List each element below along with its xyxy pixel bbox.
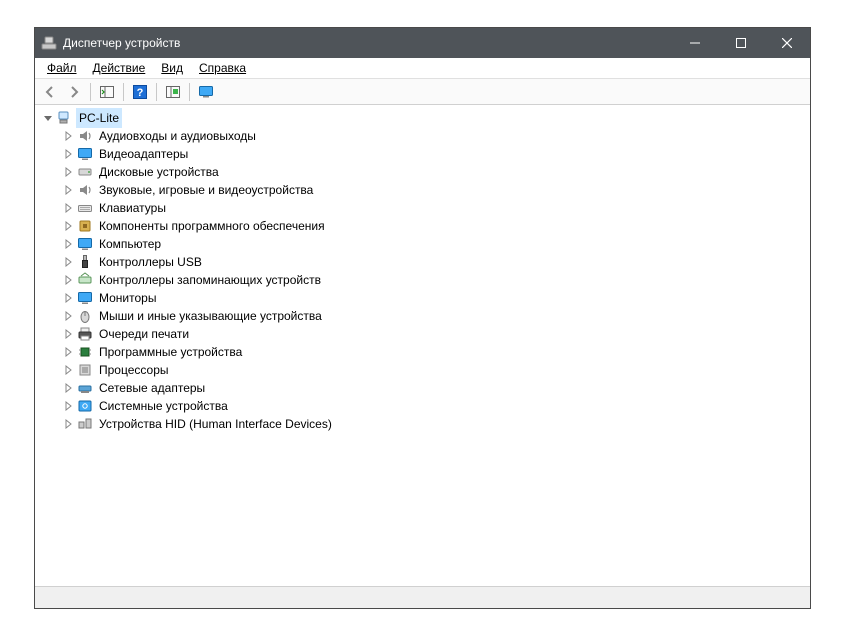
tree-item[interactable]: Компьютер	[41, 235, 810, 253]
statusbar	[35, 586, 810, 608]
storage-icon	[77, 272, 93, 288]
app-icon	[41, 35, 57, 51]
menu-help[interactable]: Справка	[191, 59, 254, 77]
tree-item[interactable]: Сетевые адаптеры	[41, 379, 810, 397]
tree-item-label[interactable]: Очереди печати	[96, 324, 192, 344]
display-icon	[77, 146, 93, 162]
tree-item[interactable]: Мониторы	[41, 289, 810, 307]
tree-item[interactable]: Компоненты программного обеспечения	[41, 217, 810, 235]
expand-icon[interactable]	[61, 237, 75, 251]
expand-icon[interactable]	[61, 309, 75, 323]
tree-item-label[interactable]: Устройства HID (Human Interface Devices)	[96, 414, 335, 434]
tree-root-label[interactable]: PC-Lite	[76, 108, 122, 128]
menubar: Файл Действие Вид Справка	[35, 58, 810, 79]
tree-item-label[interactable]: Видеоадаптеры	[96, 144, 191, 164]
help-button[interactable]: ?	[129, 81, 151, 103]
tree-item[interactable]: Мыши и иные указывающие устройства	[41, 307, 810, 325]
cpu-icon	[77, 362, 93, 378]
expand-icon[interactable]	[61, 165, 75, 179]
toolbar-separator	[90, 83, 91, 101]
expand-icon[interactable]	[61, 381, 75, 395]
chip-icon	[77, 344, 93, 360]
maximize-button[interactable]	[718, 28, 764, 58]
expand-icon[interactable]	[61, 201, 75, 215]
usb-icon	[77, 254, 93, 270]
view-monitor-button[interactable]	[195, 81, 217, 103]
toolbar-separator	[189, 83, 190, 101]
tree-item-label[interactable]: Аудиовходы и аудиовыходы	[96, 126, 259, 146]
computer-icon	[57, 110, 73, 126]
expand-icon[interactable]	[61, 219, 75, 233]
expand-icon[interactable]	[61, 417, 75, 431]
printer-icon	[77, 326, 93, 342]
monitor-icon	[77, 290, 93, 306]
toolbar-separator	[156, 83, 157, 101]
tree-item[interactable]: Очереди печати	[41, 325, 810, 343]
tree-item[interactable]: Дисковые устройства	[41, 163, 810, 181]
tree-item[interactable]: Контроллеры USB	[41, 253, 810, 271]
hid-icon	[77, 416, 93, 432]
expand-icon[interactable]	[61, 291, 75, 305]
expand-icon[interactable]	[61, 399, 75, 413]
audio-icon	[77, 182, 93, 198]
tree-item-label[interactable]: Контроллеры USB	[96, 252, 205, 272]
network-icon	[77, 380, 93, 396]
toolbar: ?	[35, 79, 810, 105]
tree-item[interactable]: Видеоадаптеры	[41, 145, 810, 163]
computer-icon	[77, 236, 93, 252]
keyboard-icon	[77, 200, 93, 216]
tree-item-label[interactable]: Компоненты программного обеспечения	[96, 216, 328, 236]
tree-item-label[interactable]: Клавиатуры	[96, 198, 169, 218]
tree-item-label[interactable]: Сетевые адаптеры	[96, 378, 208, 398]
menu-view[interactable]: Вид	[153, 59, 191, 77]
toolbar-separator	[123, 83, 124, 101]
minimize-button[interactable]	[672, 28, 718, 58]
expand-icon[interactable]	[61, 129, 75, 143]
tree-item-label[interactable]: Мониторы	[96, 288, 159, 308]
mouse-icon	[77, 308, 93, 324]
expand-icon[interactable]	[61, 363, 75, 377]
titlebar-controls	[672, 28, 810, 58]
scan-hardware-button[interactable]	[162, 81, 184, 103]
expand-icon[interactable]	[61, 345, 75, 359]
tree-item[interactable]: Системные устройства	[41, 397, 810, 415]
tree-item[interactable]: Контроллеры запоминающих устройств	[41, 271, 810, 289]
expand-icon[interactable]	[61, 183, 75, 197]
device-tree[interactable]: PC-Lite Аудиовходы и аудиовыходыВидеоада…	[35, 105, 810, 586]
show-hide-tree-button[interactable]	[96, 81, 118, 103]
back-button[interactable]	[39, 81, 61, 103]
tree-item-label[interactable]: Мыши и иные указывающие устройства	[96, 306, 325, 326]
tree-item-label[interactable]: Программные устройства	[96, 342, 245, 362]
svg-text:?: ?	[137, 87, 144, 99]
expand-icon[interactable]	[41, 111, 55, 125]
tree-root[interactable]: PC-Lite	[41, 109, 810, 127]
close-button[interactable]	[764, 28, 810, 58]
expand-icon[interactable]	[61, 255, 75, 269]
forward-button[interactable]	[63, 81, 85, 103]
audio-icon	[77, 128, 93, 144]
tree-item[interactable]: Процессоры	[41, 361, 810, 379]
tree-item-label[interactable]: Звуковые, игровые и видеоустройства	[96, 180, 316, 200]
titlebar[interactable]: Диспетчер устройств	[35, 28, 810, 58]
disk-icon	[77, 164, 93, 180]
tree-item[interactable]: Аудиовходы и аудиовыходы	[41, 127, 810, 145]
tree-item-label[interactable]: Процессоры	[96, 360, 172, 380]
menu-file[interactable]: Файл	[39, 59, 85, 77]
tree-item-label[interactable]: Системные устройства	[96, 396, 231, 416]
tree-item-label[interactable]: Компьютер	[96, 234, 164, 254]
software-icon	[77, 218, 93, 234]
window-title: Диспетчер устройств	[63, 36, 180, 50]
window: Диспетчер устройств Файл Действие Вид Сп…	[34, 27, 811, 609]
tree-item-label[interactable]: Дисковые устройства	[96, 162, 222, 182]
tree-item[interactable]: Устройства HID (Human Interface Devices)	[41, 415, 810, 433]
expand-icon[interactable]	[61, 147, 75, 161]
expand-icon[interactable]	[61, 327, 75, 341]
tree-item-label[interactable]: Контроллеры запоминающих устройств	[96, 270, 324, 290]
tree-item[interactable]: Программные устройства	[41, 343, 810, 361]
tree-item[interactable]: Звуковые, игровые и видеоустройства	[41, 181, 810, 199]
system-icon	[77, 398, 93, 414]
expand-icon[interactable]	[61, 273, 75, 287]
menu-action[interactable]: Действие	[85, 59, 154, 77]
tree-item[interactable]: Клавиатуры	[41, 199, 810, 217]
